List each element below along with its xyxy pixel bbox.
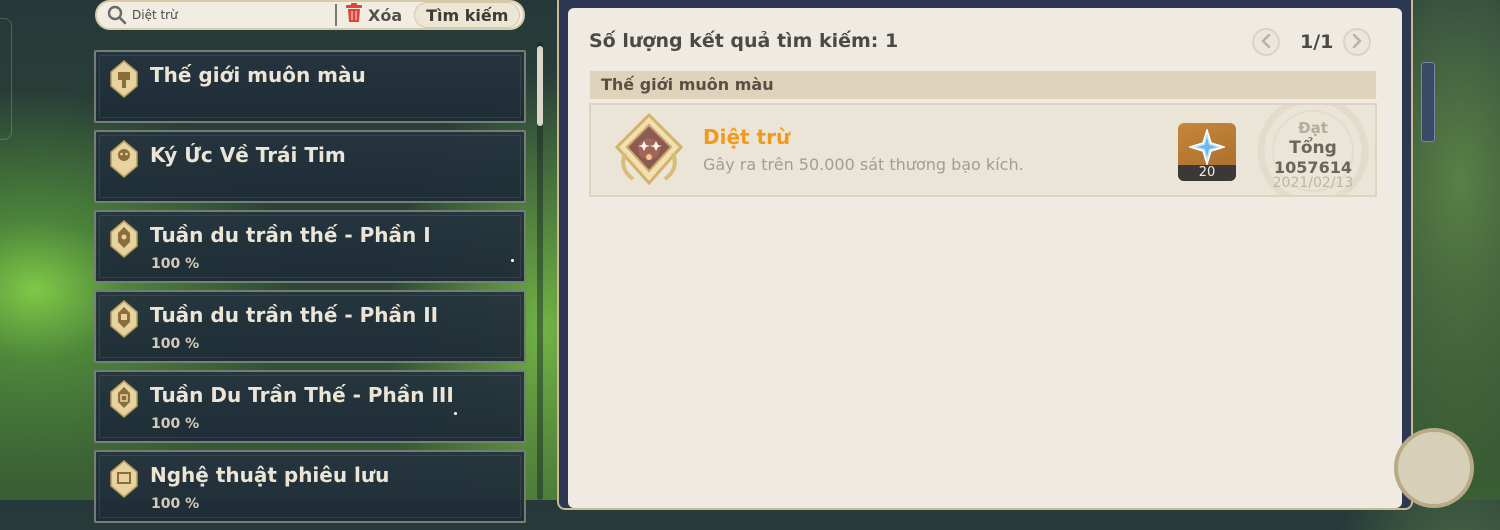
delete-label: Xóa <box>368 5 403 25</box>
result-achievement-description: Gây ra trên 50.000 sát thương bạo kích. <box>703 155 1024 174</box>
achievement-card[interactable]: Tuần du trần thế - Phần I 100 % <box>94 210 526 283</box>
result-achievement-title: Diệt trừ <box>703 125 791 149</box>
trash-icon <box>346 3 362 27</box>
search-divider <box>335 4 337 26</box>
left-edge-rim <box>0 18 12 140</box>
achievement-list: Thế giới muôn màu Ký Ức Về Trái Tim Tuần… <box>94 50 526 530</box>
achievement-category-icon <box>110 460 138 498</box>
achievement-badge-icon <box>613 112 685 189</box>
achievement-title: Thế giới muôn màu <box>150 63 366 87</box>
achievement-progress: 100 % <box>151 416 200 432</box>
stamp-label: Tổng <box>1289 138 1337 158</box>
primogem-reward: 20 <box>1178 123 1236 181</box>
next-page-button[interactable] <box>1343 28 1371 56</box>
chevron-left-icon <box>1260 33 1272 52</box>
achievement-title: Nghệ thuật phiêu lưu <box>150 463 390 487</box>
prev-page-button[interactable] <box>1252 28 1280 56</box>
search-input[interactable] <box>130 8 322 22</box>
chevron-right-icon <box>1351 33 1363 52</box>
achievement-card[interactable]: Tuần du trần thế - Phần II 100 % <box>94 290 526 363</box>
list-scrollbar-thumb[interactable] <box>537 46 543 126</box>
search-bar: Xóa Tìm kiếm <box>95 0 525 30</box>
achievement-title: Ký Ức Về Trái Tim <box>150 143 346 167</box>
panel-scroll-handle[interactable] <box>1421 62 1435 142</box>
achievement-category-icon <box>110 220 138 258</box>
page-indicator: 1/1 <box>1300 31 1334 53</box>
achievement-category-icon <box>110 60 138 98</box>
completion-stamp: Đạt Tổng 1057614 2021/02/13 <box>1257 105 1369 195</box>
achievement-card[interactable]: Tuần Du Trần Thế - Phần III 100 % <box>94 370 526 443</box>
achievement-progress: 100 % <box>151 336 200 352</box>
achievement-title: Tuần du trần thế - Phần II <box>150 303 439 327</box>
achievement-progress: 100 % <box>151 496 200 512</box>
result-category-header: Thế giới muôn màu <box>590 71 1376 99</box>
search-button[interactable]: Tìm kiếm <box>414 2 521 28</box>
corner-ornament <box>1394 428 1474 508</box>
result-achievement-row[interactable]: Diệt trừ Gây ra trên 50.000 sát thương b… <box>589 103 1377 197</box>
sparkle-decoration <box>511 259 514 262</box>
achievement-category-icon <box>110 380 138 418</box>
stamp-status: Đạt <box>1298 119 1328 137</box>
achievement-card[interactable]: Thế giới muôn màu <box>94 50 526 123</box>
search-icon <box>104 2 130 28</box>
reward-count: 20 <box>1178 165 1236 181</box>
achievement-card[interactable]: Nghệ thuật phiêu lưu 100 % <box>94 450 526 523</box>
results-count: Số lượng kết quả tìm kiếm: 1 <box>589 30 899 52</box>
primogem-icon <box>1187 127 1227 169</box>
achievement-progress: 100 % <box>151 256 200 272</box>
achievement-card[interactable]: Ký Ức Về Trái Tim <box>94 130 526 203</box>
achievement-category-icon <box>110 140 138 178</box>
delete-button[interactable]: Xóa <box>346 3 402 27</box>
achievement-title: Tuần Du Trần Thế - Phần III <box>150 383 454 407</box>
achievement-title: Tuần du trần thế - Phần I <box>150 223 431 247</box>
stamp-date: 2021/02/13 <box>1272 175 1354 191</box>
sparkle-decoration <box>454 412 457 415</box>
achievement-category-icon <box>110 300 138 338</box>
